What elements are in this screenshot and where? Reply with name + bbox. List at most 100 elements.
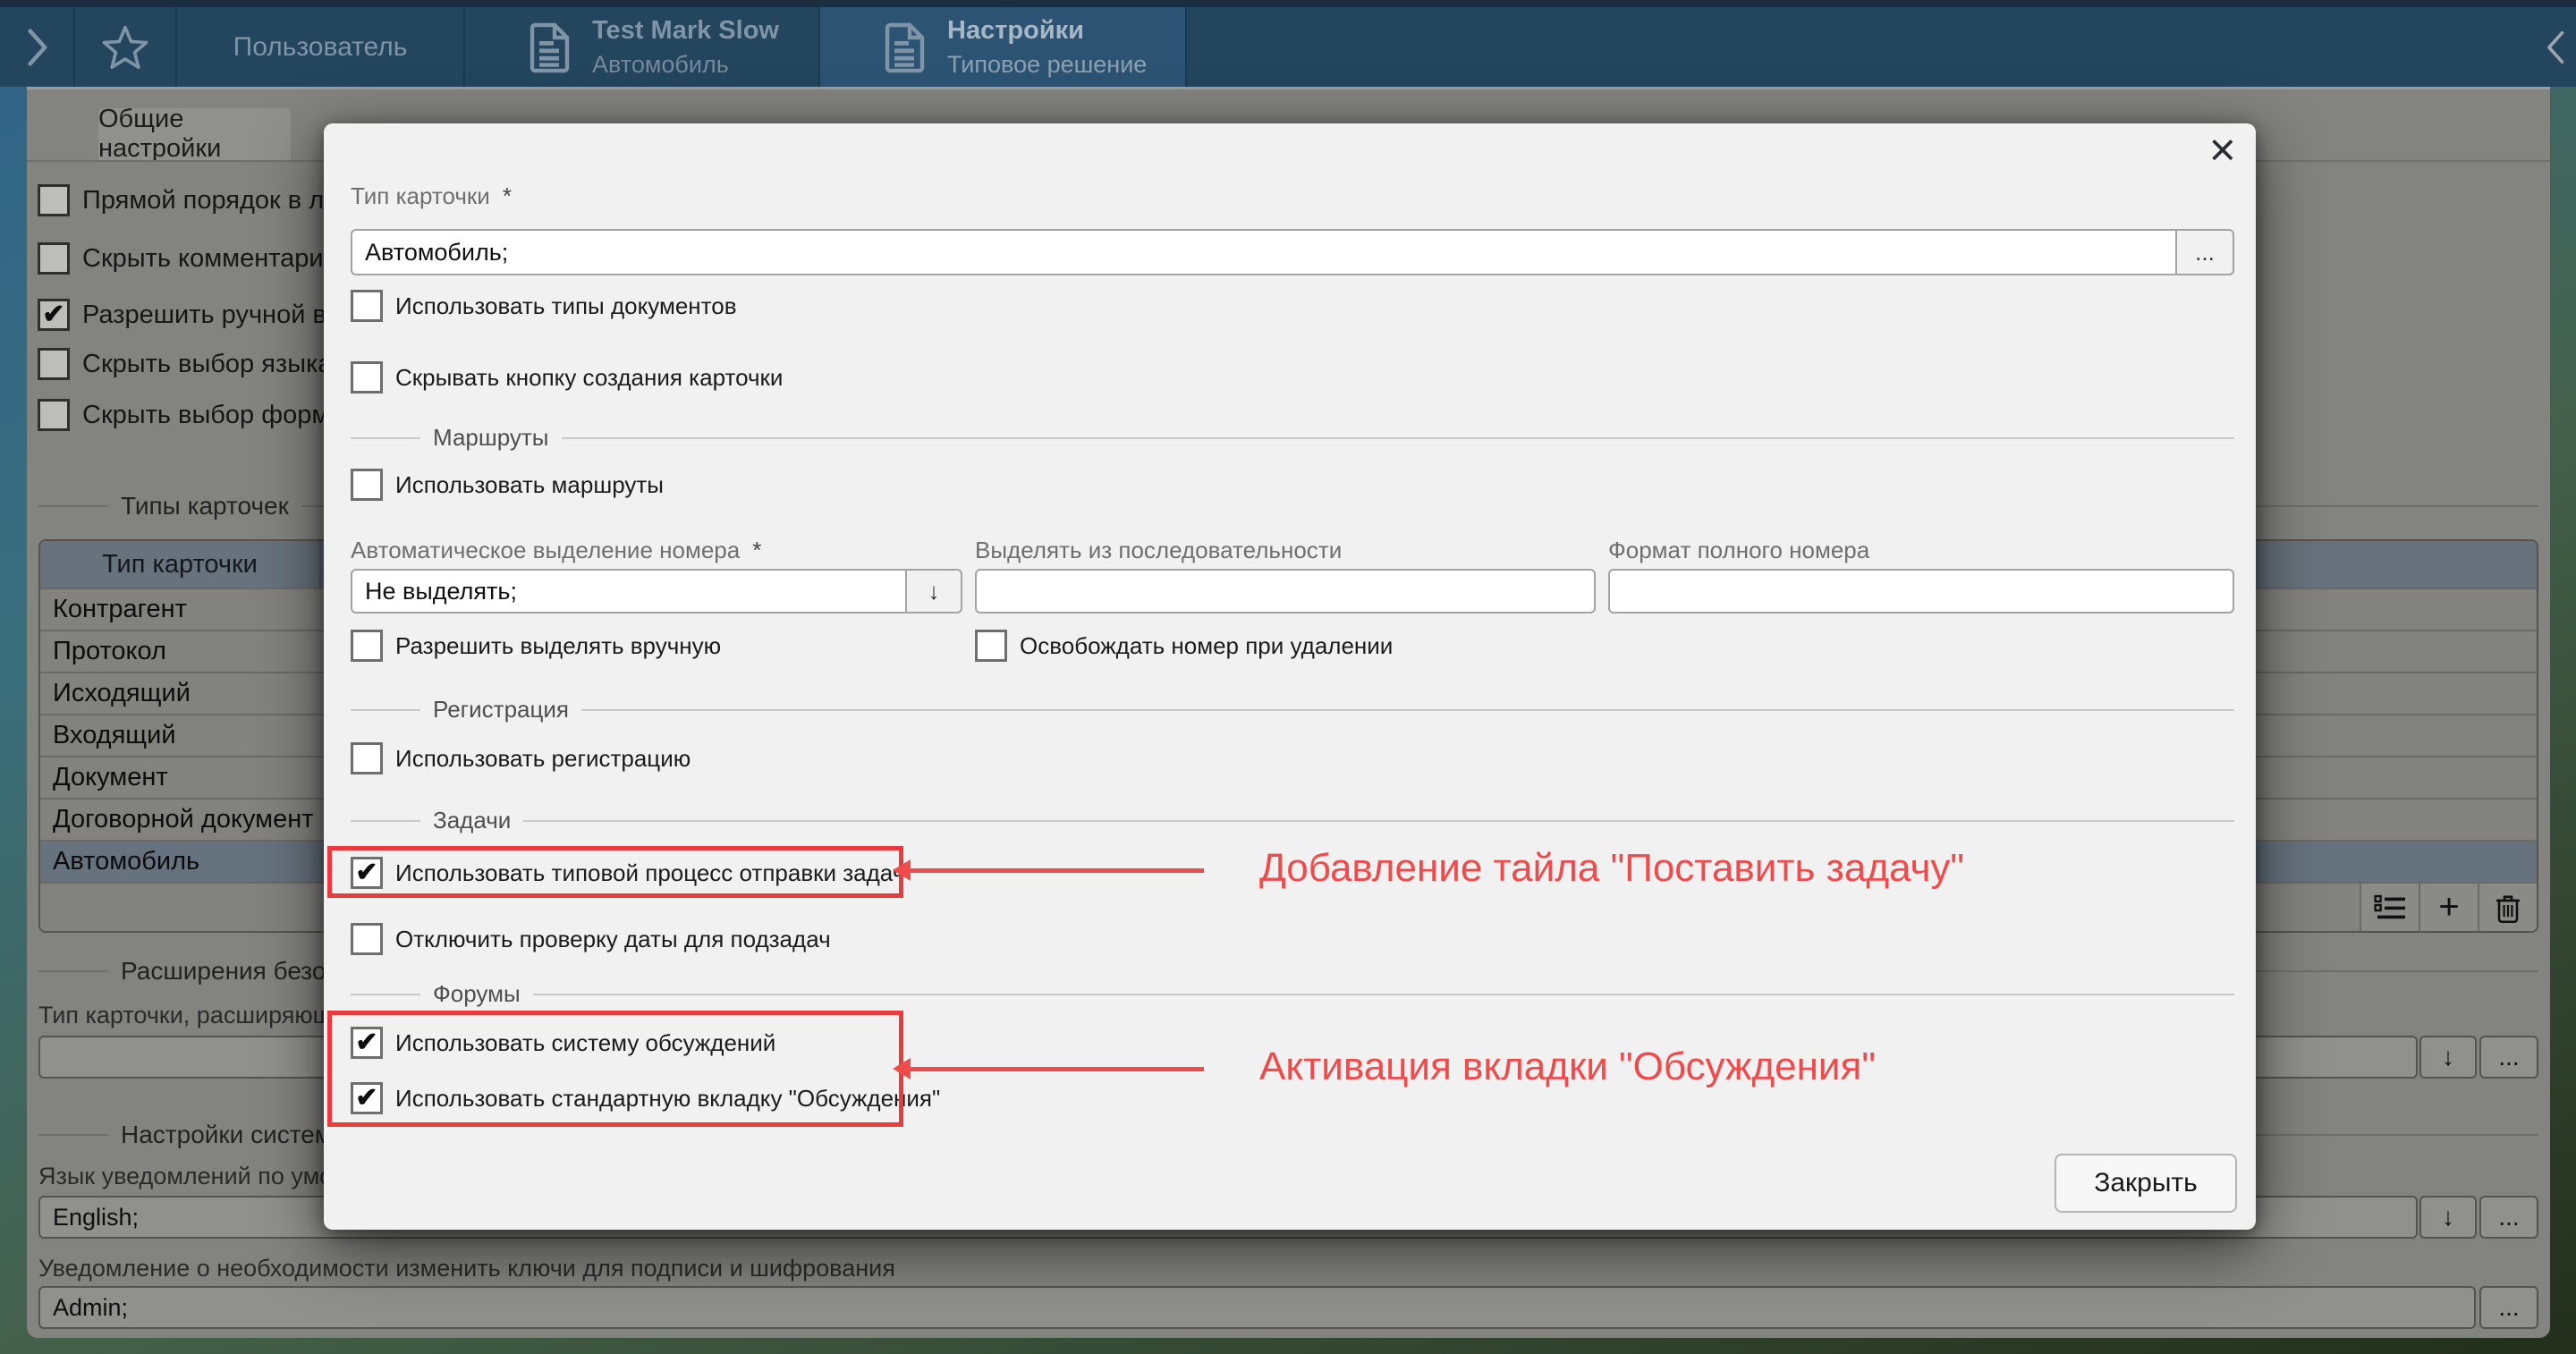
star-icon [101, 24, 149, 71]
chevron-right-icon [23, 28, 50, 67]
security-ellipsis-button[interactable]: ... [2479, 1036, 2538, 1079]
card-type-ellipsis-button[interactable]: ... [2175, 229, 2234, 275]
divider [523, 820, 2234, 822]
security-dropdown-button[interactable]: ↓ [2419, 1036, 2477, 1079]
divider [38, 1134, 108, 1136]
group-forums-label: Форумы [433, 980, 521, 1008]
close-icon[interactable]: × [2209, 127, 2236, 173]
checkbox-box [38, 242, 70, 275]
auto-number-combo[interactable]: Не выделять; [351, 569, 907, 614]
trash-icon [2495, 893, 2521, 923]
sequence-input[interactable] [975, 569, 1596, 614]
arrow-down-icon: ↓ [928, 578, 940, 605]
auto-number-value: Не выделять; [365, 578, 517, 605]
cell-card-type: Исходящий [53, 679, 191, 708]
group-registration: Регистрация [351, 696, 2234, 724]
cell-card-type: Протокол [53, 637, 166, 666]
cell-card-type: Договорной документ [53, 805, 314, 834]
tab-user-label: Пользователь [233, 32, 408, 63]
card-type-field: Автомобиль; ... [351, 229, 2234, 275]
tab-settings[interactable]: Настройки Типовое решение [820, 7, 1185, 87]
card-type-label-text: Тип карточки [351, 182, 490, 209]
checkbox-use-registration[interactable]: Использовать регистрацию [351, 742, 691, 774]
checkbox-box [351, 469, 383, 501]
checkbox-hide-create-button[interactable]: Скрывать кнопку создания карточки [351, 361, 783, 394]
group-security-label: Расширения безопа [121, 957, 353, 986]
format-input[interactable] [1608, 569, 2234, 614]
group-card-types-label: Типы карточек [121, 492, 289, 520]
document-icon [885, 21, 926, 73]
language-ellipsis-button[interactable]: ... [2479, 1196, 2538, 1239]
divider [562, 437, 2235, 439]
annotation-task-note: Добавление тайла "Поставить задачу" [1259, 846, 1964, 891]
divider [351, 437, 420, 439]
checkbox-box [351, 361, 383, 394]
select-from-list-button[interactable] [2360, 884, 2419, 931]
checkbox-label: Использовать регистрацию [395, 745, 691, 773]
nav-expand-button[interactable] [0, 7, 73, 87]
checkbox-box [38, 184, 70, 216]
top-tab-bar: Пользователь Test Mark Slow Автомобиль Н… [0, 0, 2576, 87]
annotation-forum-note: Активация вкладки "Обсуждения" [1259, 1045, 1876, 1089]
tab-subtitle: Типовое решение [947, 49, 1147, 80]
tab-title: Настройки [947, 13, 1147, 48]
group-registration-label: Регистрация [433, 696, 569, 724]
checkbox-label: Скрывать кнопку создания карточки [395, 364, 783, 392]
cell-card-type: Документ [53, 763, 168, 792]
table-toolbar: + [2360, 884, 2537, 931]
checkbox-disable-date-check[interactable]: Отключить проверку даты для подзадач [351, 923, 831, 955]
group-system-label: Настройки системы [121, 1121, 350, 1149]
checkbox-use-doc-types[interactable]: Использовать типы документов [351, 290, 737, 322]
window-top-strip [0, 0, 2576, 7]
app-window: Пользователь Test Mark Slow Автомобиль Н… [0, 0, 2576, 1354]
notification-language-label: Язык уведомлений по умолч [38, 1163, 359, 1190]
auto-number-dropdown-button[interactable]: ↓ [905, 569, 962, 614]
format-field-label: Формат полного номера [1608, 537, 1869, 564]
checkbox-label: Использовать маршруты [395, 471, 664, 499]
tab-user[interactable]: Пользователь [177, 7, 463, 87]
checkbox-label: Освобождать номер при удалении [1020, 632, 1393, 660]
tab-general-settings[interactable]: Общие настройки [98, 108, 291, 160]
ellipsis-icon: ... [2498, 1043, 2519, 1071]
auto-number-label-text: Автоматическое выделение номера [351, 537, 740, 563]
checkbox-label: Отключить проверку даты для подзадач [395, 926, 831, 953]
checkbox-allow-manual-numbering[interactable]: Разрешить выделять вручную [351, 630, 721, 662]
card-type-value: Автомобиль; [365, 239, 508, 267]
key-change-notification-label: Уведомление о необходимости изменить клю… [38, 1255, 895, 1282]
add-row-button[interactable]: + [2419, 884, 2478, 931]
annotation-box-task-process [327, 846, 903, 898]
cell-card-type: Контрагент [53, 595, 187, 624]
nav-collapse-button[interactable] [2537, 7, 2576, 87]
delete-row-button[interactable] [2478, 884, 2537, 931]
checkbox-release-number[interactable]: Освобождать номер при удалении [975, 630, 1393, 662]
check-icon: ✔ [42, 301, 64, 328]
close-dialog-button-label: Закрыть [2094, 1168, 2198, 1198]
notification-ellipsis-button[interactable]: ... [2479, 1286, 2538, 1329]
column-header-card-type[interactable]: Тип карточки [40, 550, 319, 580]
checkbox-box [351, 630, 383, 662]
key-change-notification-input[interactable]: Admin; [38, 1286, 2476, 1329]
close-dialog-button[interactable]: Закрыть [2055, 1154, 2237, 1213]
ellipsis-icon: ... [2498, 1293, 2519, 1322]
checkbox-label: Разрешить выделять вручную [395, 632, 721, 660]
checkbox-box [975, 630, 1007, 662]
cell-card-type: Входящий [53, 721, 176, 750]
arrow-down-icon: ↓ [2442, 1203, 2454, 1231]
group-routes-label: Маршруты [433, 424, 549, 452]
tab-test-mark-slow[interactable]: Test Mark Slow Автомобиль [465, 7, 818, 87]
chevron-left-icon [2545, 30, 2568, 65]
annotation-arrowhead [893, 859, 911, 881]
list-icon [2374, 893, 2406, 922]
column-divider [319, 541, 321, 588]
notification-language-value: English; [53, 1204, 139, 1231]
checkbox-label: Использовать типы документов [395, 292, 737, 320]
checkbox-box [38, 348, 70, 380]
group-routes: Маршруты [351, 424, 2234, 452]
favorites-button[interactable] [75, 7, 175, 87]
auto-number-field-label: Автоматическое выделение номера* [351, 537, 761, 564]
language-dropdown-button[interactable]: ↓ [2419, 1196, 2477, 1239]
card-type-input[interactable]: Автомобиль; [351, 229, 2177, 275]
annotation-arrow-line [909, 1067, 1204, 1071]
divider [351, 709, 420, 711]
checkbox-use-routes[interactable]: Использовать маршруты [351, 469, 664, 501]
